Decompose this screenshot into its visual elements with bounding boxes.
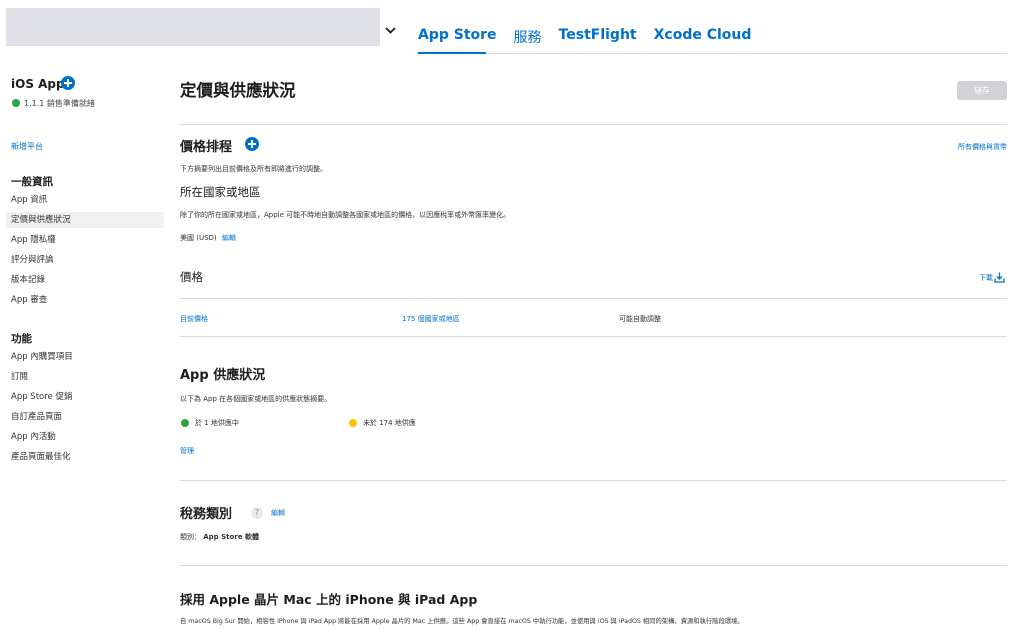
download-icon[interactable] — [994, 272, 1005, 283]
add-icon[interactable] — [61, 76, 75, 90]
edit-currency-link[interactable]: 編輯 — [222, 234, 236, 242]
available-count: 於 1 地供應中 — [195, 419, 239, 427]
edit-tax-link[interactable]: 編輯 — [271, 508, 285, 518]
download-link[interactable]: 下載 — [979, 273, 993, 283]
check-circle-icon — [181, 419, 189, 427]
schedule-description: 下方摘要列出目前價格及所有即將進行的調整。 — [180, 165, 327, 173]
sidebar-item-in-app-events[interactable]: App 內活動 — [11, 429, 163, 445]
help-icon[interactable]: ? — [251, 507, 263, 519]
price-section-title: 價格 — [180, 270, 203, 284]
unavailable-count: 未於 174 地供應 — [363, 419, 416, 427]
sidebar-item-app-info[interactable]: App 資訊 — [11, 192, 163, 208]
add-price-icon[interactable] — [245, 137, 259, 151]
tax-category-label: 類別： — [180, 533, 201, 541]
chevron-down-icon[interactable] — [385, 27, 396, 34]
tab-xcode-cloud[interactable]: Xcode Cloud — [654, 27, 752, 47]
tax-category-value: App Store 軟體 — [203, 533, 259, 541]
section-title-tax: 稅務類別 — [180, 507, 233, 522]
section-title-price-schedule: 價格排程 — [180, 140, 233, 155]
current-price-link[interactable]: 目前價格 — [180, 314, 208, 324]
regions-count-link[interactable]: 175 個國家或地區 — [402, 314, 460, 324]
page-title: 定價與供應狀況 — [180, 81, 296, 100]
nav-divider — [418, 53, 1007, 54]
active-tab-indicator — [418, 52, 486, 54]
divider — [180, 336, 1007, 337]
base-region-description: 除了你的所在國家或地區，Apple 可能不時地自動調整各國家或地區的價格，以因應… — [180, 211, 511, 219]
sidebar-item-subscriptions[interactable]: 訂閱 — [11, 369, 163, 385]
app-version-status: 1.1.1 銷售準備就緒 — [24, 99, 95, 108]
all-prices-link[interactable]: 所有價格與貨幣 — [958, 142, 1007, 152]
check-circle-icon — [12, 99, 20, 107]
add-platform-link[interactable]: 新增平台 — [11, 141, 43, 152]
tab-services[interactable]: 服務 — [514, 27, 542, 47]
sidebar-item-version-history[interactable]: 版本記錄 — [11, 272, 163, 288]
save-button[interactable]: 儲存 — [957, 81, 1007, 100]
base-currency: 美國 (USD) 編輯 — [180, 233, 236, 243]
top-nav: App Store 服務 TestFlight Xcode Cloud — [418, 27, 768, 47]
tab-testflight[interactable]: TestFlight — [559, 27, 637, 47]
base-region-title: 所在國家或地區 — [180, 185, 261, 199]
sidebar-item-pricing[interactable]: 定價與供應狀況 — [6, 212, 164, 228]
divider — [180, 480, 1007, 481]
section-title-mac: 採用 Apple 晶片 Mac 上的 iPhone 與 iPad App — [180, 592, 478, 607]
section-title-availability: App 供應狀況 — [180, 368, 266, 383]
sidebar-item-promotions[interactable]: App Store 促銷 — [11, 389, 163, 405]
tax-category: 類別： App Store 軟體 — [180, 532, 259, 542]
sidebar-item-iap[interactable]: App 內購買項目 — [11, 349, 163, 365]
sidebar-item-app-review[interactable]: App 審查 — [11, 292, 163, 308]
sidebar-heading-general: 一般資訊 — [11, 176, 53, 188]
sidebar-item-page-optimization[interactable]: 產品頁面最佳化 — [11, 449, 163, 465]
sidebar-heading-features: 功能 — [11, 333, 32, 345]
availability-description: 以下為 App 在各個國家或地區的供應狀態摘要。 — [180, 395, 332, 403]
app-picker[interactable] — [6, 8, 380, 46]
base-currency-value: 美國 (USD) — [180, 234, 217, 242]
tab-app-store[interactable]: App Store — [418, 27, 497, 47]
mac-description: 自 macOS Big Sur 開始，相容性 iPhone 與 iPad App… — [180, 618, 744, 625]
warning-dot-icon — [349, 419, 357, 427]
sidebar-item-custom-pages[interactable]: 自訂產品頁面 — [11, 409, 163, 425]
sidebar-app-name: iOS App — [11, 77, 65, 91]
sidebar-item-privacy[interactable]: App 隱私權 — [11, 232, 163, 248]
divider — [180, 298, 1007, 299]
auto-adjust-note: 可能自動調整 — [619, 315, 661, 323]
manage-link[interactable]: 管理 — [180, 446, 194, 456]
divider — [180, 565, 1007, 566]
divider — [180, 124, 1007, 125]
sidebar-item-ratings[interactable]: 評分與評論 — [11, 252, 163, 268]
